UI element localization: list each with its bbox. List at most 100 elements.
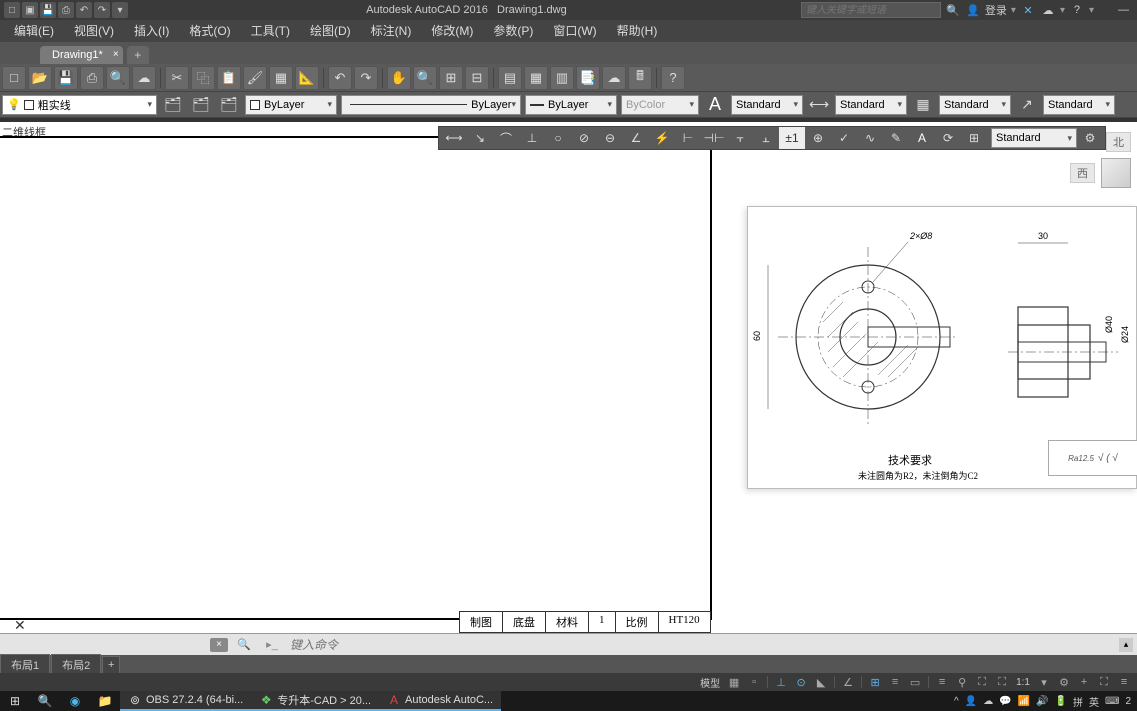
dim-aligned-icon[interactable]: ↘ (467, 127, 493, 149)
menu-insert[interactable]: 插入(I) (124, 20, 179, 42)
status-user-icon[interactable]: ⚲ (953, 674, 971, 690)
taskbar-autocad[interactable]: AAutodesk AutoC... (379, 691, 501, 711)
qat-save-icon[interactable]: 💾 (40, 2, 56, 18)
color-dropdown[interactable]: ByLayer▾ (245, 95, 337, 115)
zoom-icon[interactable]: 🔍 (413, 66, 437, 90)
dim-arc-icon[interactable]: ⌒ (493, 127, 519, 149)
mleader-style-icon[interactable]: ↗ (1015, 94, 1039, 116)
undo-icon[interactable]: ↶ (328, 66, 352, 90)
taskbar-edge[interactable]: ◉ (60, 691, 90, 711)
cmd-close-icon[interactable]: × (210, 638, 228, 652)
qat-print-icon[interactable]: ⎙ (58, 2, 74, 18)
zoom-window-icon[interactable]: ⊞ (439, 66, 463, 90)
tray-people-icon[interactable]: 👤 (965, 696, 977, 707)
tray-ime1[interactable]: 拼 (1073, 694, 1083, 709)
status-grid-icon[interactable]: ▦ (725, 674, 743, 690)
status-transp-icon[interactable]: ▭ (906, 674, 924, 690)
toolpal-icon[interactable]: ▥ (550, 66, 574, 90)
status-cycle-icon[interactable]: ≡ (933, 674, 951, 690)
document-tab[interactable]: Drawing1* × (40, 46, 123, 64)
tray-ime2[interactable]: 英 (1089, 694, 1099, 709)
status-plus-icon[interactable]: + (1075, 674, 1093, 690)
status-scale[interactable]: 1:1 (1013, 677, 1033, 688)
dim-diameter-icon[interactable]: ⊖ (597, 127, 623, 149)
qat-more-icon[interactable]: ▾ (112, 2, 128, 18)
dim-style-combo[interactable]: Standard▾ (991, 128, 1077, 148)
command-line[interactable]: × 🔍 ▸_ ▴ (0, 633, 1137, 655)
tray-battery-icon[interactable]: 🔋 (1055, 696, 1067, 707)
cloud-icon[interactable]: ☁ (1040, 2, 1056, 18)
minimize-button[interactable]: — (1118, 4, 1129, 16)
status-lwt-icon[interactable]: ≡ (886, 674, 904, 690)
measure-icon[interactable]: 📐 (295, 66, 319, 90)
dim-style-icon[interactable]: ⟷ (807, 94, 831, 116)
status-otrack-icon[interactable]: ⊞ (866, 674, 884, 690)
dim-edit-icon[interactable]: ✎ (883, 127, 909, 149)
lineweight-dropdown[interactable]: ByLayer▾ (525, 95, 617, 115)
text-style-icon[interactable]: A (703, 94, 727, 116)
menu-modify[interactable]: 修改(M) (421, 20, 483, 42)
status-snap3d-icon[interactable]: ⛶ (973, 674, 991, 690)
status-gear-icon[interactable]: ⚙ (1055, 674, 1073, 690)
dim-jogged-icon[interactable]: ⊘ (571, 127, 597, 149)
taskbar-search[interactable]: 🔍 (30, 691, 60, 711)
dim-override-icon[interactable]: ⊞ (961, 127, 987, 149)
menu-edit[interactable]: 编辑(E) (4, 20, 64, 42)
search-icon[interactable]: 🔍 (945, 2, 961, 18)
nav-north[interactable]: 北 (1106, 132, 1131, 152)
markup-icon[interactable]: ☁ (602, 66, 626, 90)
tray-keyboard-icon[interactable]: ⌨ (1105, 696, 1119, 707)
layer-states-icon[interactable]: 🗂 (161, 94, 185, 116)
status-snap-icon[interactable]: ▫ (745, 674, 763, 690)
qat-redo-icon[interactable]: ↷ (94, 2, 110, 18)
taskbar-start[interactable]: ⊞ (0, 691, 30, 711)
dim-update-icon[interactable]: ⟳ (935, 127, 961, 149)
dim-space-icon[interactable]: ⫟ (727, 127, 753, 149)
dim-tolerance-icon[interactable]: ±1 (779, 127, 805, 149)
dim-style-dropdown[interactable]: Standard▾ (835, 95, 907, 115)
paste-icon[interactable]: 📋 (217, 66, 241, 90)
status-polar-icon[interactable]: ⊙ (792, 674, 810, 690)
help-search-input[interactable] (801, 2, 941, 18)
command-input[interactable] (286, 638, 1119, 652)
calc-icon[interactable]: 🖩 (628, 66, 652, 90)
dim-ordinate-icon[interactable]: ⊥ (519, 127, 545, 149)
dim-center-icon[interactable]: ⊕ (805, 127, 831, 149)
view-cube[interactable] (1101, 158, 1131, 188)
tray-wechat-icon[interactable]: 💬 (999, 696, 1011, 707)
table-style-dropdown[interactable]: Standard▾ (939, 95, 1011, 115)
dim-inspect-icon[interactable]: ✓ (831, 127, 857, 149)
qat-open-icon[interactable]: ▣ (22, 2, 38, 18)
taskbar-cad-doc[interactable]: ❖专升本-CAD > 20... (251, 691, 379, 711)
dim-continue-icon[interactable]: ⊣⊢ (701, 127, 727, 149)
menu-help[interactable]: 帮助(H) (607, 20, 668, 42)
dim-break-icon[interactable]: ⫠ (753, 127, 779, 149)
drawing-canvas[interactable]: 二维线框 ✕ 北 西 (0, 122, 1137, 633)
redo-icon[interactable]: ↷ (354, 66, 378, 90)
layer-iso-icon[interactable]: 🗂 (189, 94, 213, 116)
block-icon[interactable]: ▦ (269, 66, 293, 90)
tray-volume-icon[interactable]: 🔊 (1036, 696, 1048, 707)
help-icon[interactable]: ? (1069, 2, 1085, 18)
dimension-toolbar[interactable]: ⟷ ↘ ⌒ ⊥ ○ ⊘ ⊖ ∠ ⚡ ⊢ ⊣⊢ ⫟ ⫠ ±1 ⊕ ✓ ∿ ✎ A … (438, 126, 1106, 150)
copy-icon[interactable]: ⿻ (191, 66, 215, 90)
status-full-icon[interactable]: ⛶ (1095, 674, 1113, 690)
layer-dropdown[interactable]: 💡 粗实线 ▾ (2, 95, 157, 115)
exchange-icon[interactable]: ✕ (1020, 2, 1036, 18)
dim-linear-icon[interactable]: ⟷ (441, 127, 467, 149)
pan-icon[interactable]: ✋ (387, 66, 411, 90)
text-style-dropdown[interactable]: Standard▾ (731, 95, 803, 115)
zoom-prev-icon[interactable]: ⊟ (465, 66, 489, 90)
login-dropdown-icon[interactable]: ▾ (1011, 5, 1016, 16)
cmd-history-icon[interactable]: ▴ (1119, 638, 1133, 652)
menu-format[interactable]: 格式(O) (179, 20, 240, 42)
menu-parametric[interactable]: 参数(P) (483, 20, 543, 42)
dim-jog-icon[interactable]: ∿ (857, 127, 883, 149)
cmd-search-icon[interactable]: 🔍 (236, 638, 252, 652)
publish-icon[interactable]: ☁ (132, 66, 156, 90)
plot-icon[interactable]: ⎙ (80, 66, 104, 90)
status-scale-dd-icon[interactable]: ▾ (1035, 674, 1053, 690)
open-icon[interactable]: 📂 (28, 66, 52, 90)
new-tab-button[interactable]: + (127, 46, 149, 64)
qat-undo-icon[interactable]: ↶ (76, 2, 92, 18)
